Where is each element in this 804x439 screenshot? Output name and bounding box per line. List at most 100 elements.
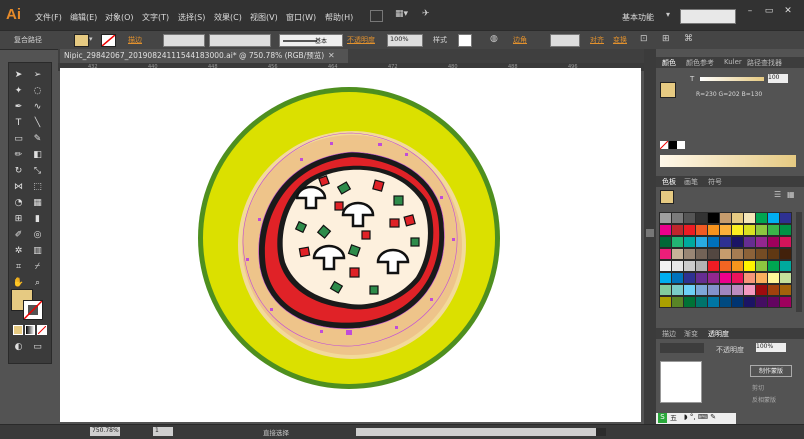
tint-value-field[interactable]: 100 <box>768 74 788 83</box>
artboard[interactable] <box>60 68 641 422</box>
lasso-icon[interactable]: ◌ <box>31 85 44 97</box>
menu-effect[interactable]: 效果(C) <box>214 12 242 23</box>
draw-mode-icon[interactable]: ◐ <box>12 341 25 353</box>
screen-mode-icon[interactable]: ▭ <box>31 341 44 353</box>
width-tool-icon[interactable]: ⋈ <box>12 181 25 193</box>
stroke-indicator[interactable] <box>23 300 43 320</box>
panel-fill-swatch[interactable] <box>660 82 676 98</box>
free-transform-icon[interactable]: ⬚ <box>31 181 44 193</box>
current-tool-status[interactable]: 直接选择 <box>263 427 289 437</box>
line-tool-icon[interactable]: ╲ <box>31 117 44 129</box>
opacity-input[interactable]: 100% <box>387 34 423 47</box>
scale-tool-icon[interactable]: ⤡ <box>31 165 44 177</box>
tab-pathfinder[interactable]: 路径查找器 <box>747 58 782 68</box>
invert-mask-checkbox[interactable]: 反相蒙版 <box>752 395 776 404</box>
restore-icon[interactable]: ▭ <box>763 6 775 16</box>
tab-stroke[interactable]: 描边 <box>662 329 676 339</box>
menu-window[interactable]: 窗口(W) <box>286 12 316 23</box>
mesh-tool-icon[interactable]: ⊞ <box>12 213 25 225</box>
eraser-tool-icon[interactable]: ◧ <box>31 149 44 161</box>
shape-builder-icon[interactable]: ⌘ <box>684 34 693 44</box>
opacity-label[interactable]: 不透明度 <box>347 35 375 45</box>
menu-type[interactable]: 文字(T) <box>142 12 169 23</box>
paintbrush-icon[interactable]: ✎ <box>31 133 44 145</box>
tab-color-guide[interactable]: 颜色参考 <box>686 58 714 68</box>
minimize-icon[interactable]: – <box>744 6 756 16</box>
tab-kuler[interactable]: Kuler <box>724 58 742 66</box>
curvature-tool-icon[interactable]: ∿ <box>31 101 44 113</box>
rotate-tool-icon[interactable]: ↻ <box>12 165 25 177</box>
eyedropper-icon[interactable]: ✐ <box>12 229 25 241</box>
color-spectrum[interactable] <box>660 155 796 167</box>
select-similar-icon[interactable]: ⊞ <box>662 34 670 44</box>
workspace-dropdown-icon[interactable]: ▾ <box>666 10 670 19</box>
zoom-field[interactable]: 750.78% <box>90 427 120 436</box>
stroke-none-swatch[interactable] <box>101 34 116 47</box>
white-swatch[interactable] <box>677 141 685 149</box>
pizza-artwork[interactable] <box>60 68 641 422</box>
none-swatch[interactable] <box>659 140 669 150</box>
black-swatch[interactable] <box>669 141 677 149</box>
arrange-documents-icon[interactable]: ▦▾ <box>395 9 409 20</box>
align-label[interactable]: 对齐 <box>590 35 604 45</box>
tab-transparency[interactable]: 透明度 <box>708 329 729 339</box>
close-icon[interactable]: ✕ <box>782 6 794 16</box>
ime-mode[interactable]: 五 <box>670 413 677 423</box>
selection-tool-icon[interactable]: ➤ <box>12 69 25 81</box>
stroke-weight-input[interactable] <box>163 34 205 47</box>
scroll-thumb[interactable] <box>646 229 654 237</box>
workspace-switcher[interactable]: 基本功能 <box>622 12 654 23</box>
tab-swatches[interactable]: 色板 <box>662 177 676 187</box>
artboard-page-field[interactable]: 1 <box>153 427 173 436</box>
list-view-icon[interactable]: ☰ <box>774 190 781 199</box>
swatches-scrollbar[interactable] <box>796 212 802 312</box>
ime-punct-icon[interactable]: ◗ °, ⌨ ✎ <box>684 413 716 421</box>
swatch-cell[interactable] <box>779 284 792 296</box>
rectangle-tool-icon[interactable]: ▭ <box>12 133 25 145</box>
graphic-style-swatch[interactable] <box>458 34 472 47</box>
tint-slider[interactable] <box>700 77 764 81</box>
slice-tool-icon[interactable]: ⌿ <box>31 261 44 273</box>
swatch-cell[interactable] <box>779 212 792 224</box>
blend-mode-dropdown[interactable] <box>660 343 704 353</box>
none-mode-icon[interactable] <box>37 325 47 335</box>
menu-file[interactable]: 文件(F) <box>35 12 62 23</box>
tab-brushes[interactable]: 画笔 <box>684 177 698 187</box>
corner-label[interactable]: 边角 <box>513 35 527 45</box>
pen-tool-icon[interactable]: ✒ <box>12 101 25 113</box>
menu-edit[interactable]: 编辑(E) <box>70 12 97 23</box>
vertical-scrollbar[interactable] <box>644 49 656 424</box>
gradient-tool-icon[interactable]: ▮ <box>31 213 44 225</box>
swatch-cell[interactable] <box>779 224 792 236</box>
gradient-mode-icon[interactable] <box>25 325 35 335</box>
transparency-opacity-input[interactable]: 100% <box>756 343 786 352</box>
swatch-cell[interactable] <box>779 248 792 260</box>
artboard-tool-icon[interactable]: ⌗ <box>12 261 25 273</box>
symbol-sprayer-icon[interactable]: ✲ <box>12 245 25 257</box>
tab-gradient[interactable]: 渐变 <box>684 329 698 339</box>
transform-label[interactable]: 变换 <box>613 35 627 45</box>
brush-definition[interactable]: 基本 <box>279 34 343 47</box>
recolor-artwork-icon[interactable]: ◍ <box>490 34 498 44</box>
variable-width-profile[interactable] <box>209 34 271 47</box>
direct-selection-tool-icon[interactable]: ➢ <box>31 69 44 81</box>
perspective-grid-icon[interactable]: ▦ <box>31 197 44 209</box>
close-tab-icon[interactable]: ✕ <box>328 51 335 60</box>
isolate-icon[interactable]: ⊡ <box>640 34 648 44</box>
menu-view[interactable]: 视图(V) <box>250 12 278 23</box>
menu-select[interactable]: 选择(S) <box>178 12 205 23</box>
clip-checkbox[interactable]: 剪切 <box>752 383 764 392</box>
hscroll-thumb[interactable] <box>356 428 596 436</box>
type-tool-icon[interactable]: T <box>12 117 25 129</box>
swatches-fill-indicator[interactable] <box>660 190 674 204</box>
fill-color-swatch[interactable] <box>74 34 89 47</box>
color-mode-icon[interactable] <box>13 325 23 335</box>
stroke-label[interactable]: 描边 <box>128 35 142 45</box>
zoom-tool-icon[interactable]: ⌕ <box>31 277 44 289</box>
magic-wand-icon[interactable]: ✦ <box>12 85 25 97</box>
shape-builder-tool-icon[interactable]: ◔ <box>12 197 25 209</box>
document-tab[interactable]: Nipic_29842067_20190824111544183000.ai* … <box>60 49 348 63</box>
column-graph-icon[interactable]: ▥ <box>31 245 44 257</box>
menu-help[interactable]: 帮助(H) <box>325 12 353 23</box>
pencil-tool-icon[interactable]: ✏ <box>12 149 25 161</box>
